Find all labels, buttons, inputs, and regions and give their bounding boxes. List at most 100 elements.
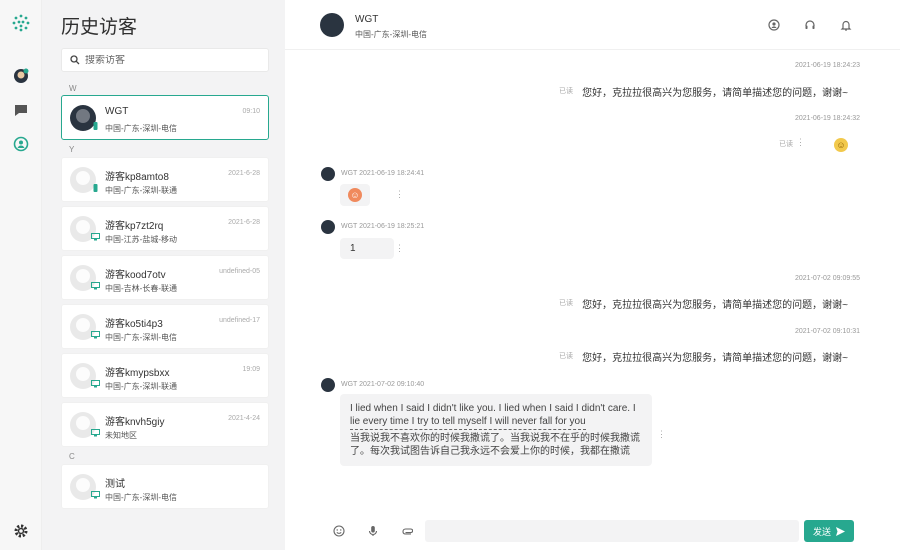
- visitor-item[interactable]: 游客knvh5giy 未知地区 2021-4-24: [61, 402, 269, 447]
- visitor-time: 2021-4-24: [228, 415, 260, 422]
- chat-header: WGT 中国-广东-深圳-电信: [285, 0, 900, 50]
- visitor-location: 中国-广东-深圳-电信: [105, 493, 177, 502]
- read-status: 已读: [779, 141, 793, 148]
- left-rail: [0, 0, 42, 550]
- visitor-location: 中国-广东-深圳-联通: [105, 382, 177, 391]
- desktop-icon: [91, 429, 100, 437]
- visitor-time: undefined-17: [219, 317, 260, 324]
- message-bubble: 您好，克拉拉很高兴为您服务，请简单描述您的问题，谢谢~: [574, 80, 856, 103]
- message-bubble: ☺: [340, 184, 370, 206]
- headset-icon[interactable]: [804, 19, 816, 31]
- microphone-icon[interactable]: [367, 525, 379, 537]
- visitor-location: 未知地区: [105, 431, 137, 440]
- visitor-item[interactable]: 游客ko5ti4p3 中国-广东-深圳-电信 undefined-17: [61, 304, 269, 349]
- visitor-list-panel: 历史访客 W WGT 中国-广东-深圳-电信 09:10 Y 游客kp8amto…: [42, 0, 285, 550]
- read-status: 已读: [559, 353, 573, 360]
- message-bubble: I lied when I said I didn't like you. I …: [340, 394, 652, 466]
- message-meta: WGT 2021-06-19 18:25:21: [341, 223, 425, 230]
- more-icon[interactable]: ⋮: [657, 429, 666, 440]
- group-label-w: W: [69, 84, 77, 93]
- page-title: 历史访客: [61, 17, 138, 38]
- message-text-english-cont: lie every time I try to tell myself I wi…: [350, 415, 586, 430]
- send-icon: [836, 526, 845, 536]
- search-icon: [70, 55, 80, 65]
- visitor-time: 2021-6-28: [228, 219, 260, 226]
- visitor-item[interactable]: 游客kmypsbxx 中国-广东-深圳-联通 19:09: [61, 353, 269, 398]
- avatar: [321, 220, 335, 234]
- user-avatar-icon[interactable]: [13, 68, 29, 84]
- message-meta: WGT 2021-07-02 09:10:40: [341, 381, 425, 388]
- visitor-name: 游客kp8amto8: [105, 172, 169, 183]
- read-status: 已读: [559, 88, 573, 95]
- send-button[interactable]: 发送: [804, 520, 854, 542]
- app-logo-icon: [12, 14, 30, 32]
- send-label: 发送: [812, 526, 831, 537]
- visitor-location: 中国-江苏-盐城-移动: [105, 235, 177, 244]
- visitor-item[interactable]: 测试 中国-广东-深圳-电信: [61, 464, 269, 509]
- visitor-item[interactable]: 游客kp7zt2rq 中国-江苏-盐城-移动 2021-6-28: [61, 206, 269, 251]
- search-input[interactable]: [85, 54, 255, 66]
- more-icon[interactable]: ⋮: [395, 189, 404, 200]
- message-bubble: 您好，克拉拉很高兴为您服务，请简单描述您的问题，谢谢~: [574, 292, 856, 315]
- visitor-time: undefined-05: [219, 268, 260, 275]
- dark-mode-icon[interactable]: [13, 489, 29, 505]
- visitor-item[interactable]: WGT 中国-广东-深圳-电信 09:10: [61, 95, 269, 140]
- read-status: 已读: [559, 300, 573, 307]
- bell-icon[interactable]: [840, 19, 852, 31]
- visitor-name: 游客kp7zt2rq: [105, 221, 164, 232]
- chat-panel: WGT 中国-广东-深圳-电信 2021-06-19 18:24:23 已读 ⋮…: [285, 0, 900, 550]
- visitor-time: 19:09: [242, 366, 260, 373]
- visitor-name: 游客ko5ti4p3: [105, 319, 163, 330]
- group-label-c: C: [69, 452, 75, 461]
- desktop-icon: [91, 282, 100, 290]
- composer: 发送: [285, 512, 900, 550]
- chat-visitor-location: 中国-广东-深圳-电信: [355, 30, 427, 39]
- search-box[interactable]: [61, 48, 269, 72]
- message-input[interactable]: [425, 520, 799, 542]
- desktop-icon: [91, 380, 100, 388]
- message-meta: WGT 2021-06-19 18:24:41: [341, 170, 425, 177]
- attachment-icon[interactable]: [401, 525, 413, 537]
- visitor-name: WGT: [105, 106, 129, 117]
- avatar: [320, 13, 344, 37]
- header-actions: [768, 19, 852, 31]
- phone-icon: [93, 122, 98, 130]
- visitor-location: 中国-吉林-长春-联通: [105, 284, 177, 293]
- message-bubble: ☺: [826, 134, 856, 156]
- message-timestamp: 2021-06-19 18:24:23: [795, 62, 860, 69]
- emoji-icon[interactable]: [333, 525, 345, 537]
- laugh-emoji-icon: ☺: [348, 188, 362, 202]
- message-timestamp: 2021-07-02 09:09:55: [795, 275, 860, 282]
- more-icon[interactable]: ⋮: [395, 243, 404, 254]
- visitor-name: 游客kood7otv: [105, 270, 166, 281]
- visitor-time: 2021-6-28: [228, 170, 260, 177]
- visitor-history-icon[interactable]: [13, 136, 29, 152]
- visitor-name: 测试: [105, 479, 125, 490]
- message-translation: 当我说我不喜欢你的时候我撒谎了。当我说我不在乎的时候我撒谎了。每次我试图告诉自己…: [350, 433, 640, 457]
- smile-emoji-icon: ☺: [834, 138, 848, 152]
- visitor-name: 游客knvh5giy: [105, 417, 165, 428]
- message-timestamp: 2021-06-19 18:24:32: [795, 115, 860, 122]
- desktop-icon: [91, 331, 100, 339]
- user-info-icon[interactable]: [768, 19, 780, 31]
- desktop-icon: [91, 491, 100, 499]
- visitor-item[interactable]: 游客kood7otv 中国-吉林-长春-联通 undefined-05: [61, 255, 269, 300]
- visitor-location: 中国-广东-深圳-电信: [105, 333, 177, 342]
- chat-visitor-name: WGT: [355, 14, 379, 25]
- more-icon[interactable]: ⋮: [796, 137, 805, 148]
- visitor-name: 游客kmypsbxx: [105, 368, 170, 379]
- visitor-time: 09:10: [242, 108, 260, 115]
- message-text-english: I lied when I said I didn't like you. I …: [350, 403, 636, 414]
- group-label-y: Y: [69, 145, 75, 154]
- visitor-location: 中国-广东-深圳-电信: [105, 124, 177, 133]
- desktop-icon: [91, 233, 100, 241]
- settings-icon[interactable]: [13, 523, 29, 539]
- message-timestamp: 2021-07-02 09:10:31: [795, 328, 860, 335]
- message-bubble: 1: [340, 238, 394, 259]
- chat-icon[interactable]: [13, 102, 29, 118]
- visitor-item[interactable]: 游客kp8amto8 中国-广东-深圳-联通 2021-6-28: [61, 157, 269, 202]
- avatar: [321, 378, 335, 392]
- phone-icon: [93, 184, 98, 192]
- visitor-location: 中国-广东-深圳-联通: [105, 186, 177, 195]
- message-bubble: 您好，克拉拉很高兴为您服务，请简单描述您的问题，谢谢~: [574, 345, 856, 368]
